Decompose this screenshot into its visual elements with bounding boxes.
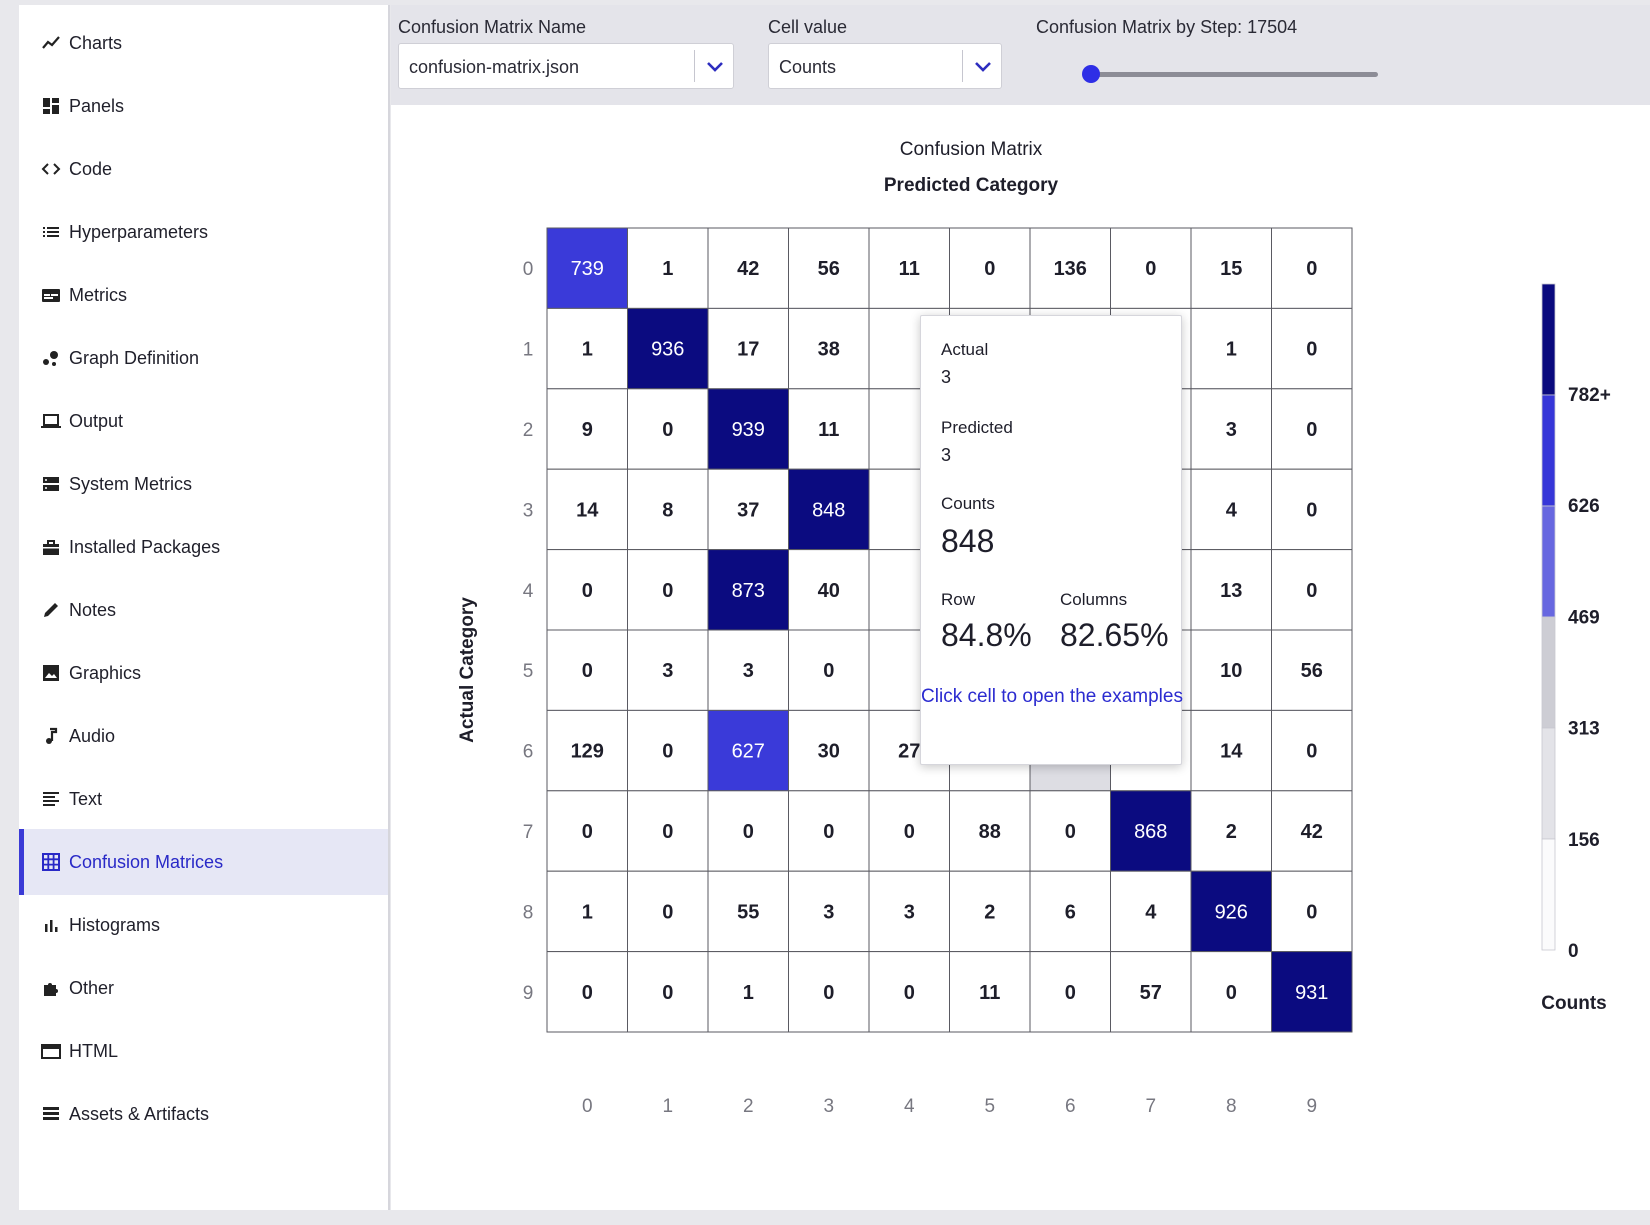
matrix-name-label: Confusion Matrix Name: [398, 17, 587, 37]
sidebar-item-label: HTML: [69, 1040, 118, 1061]
tooltip-predicted-label: Predicted: [941, 418, 1013, 437]
music-note-icon: [40, 725, 62, 747]
step-slider-track[interactable]: [1092, 72, 1378, 77]
sidebar-item-label: Panels: [69, 95, 125, 116]
tooltip-actual-label: Actual: [941, 340, 989, 359]
select-divider: [694, 50, 695, 82]
sidebar-item-other[interactable]: Other: [19, 955, 388, 1021]
tooltip-columns-label: Columns: [1060, 590, 1128, 609]
sidebar-item-label: Graph Definition: [69, 347, 200, 368]
sidebar-item-label: Histograms: [69, 914, 161, 935]
sidebar-item-graph-definition[interactable]: Graph Definition: [19, 325, 388, 391]
sidebar-item-assets-artifacts[interactable]: Assets & Artifacts: [19, 1081, 388, 1147]
sidebar-item-histograms[interactable]: Histograms: [19, 892, 388, 958]
sidebar-item-label: Graphics: [69, 662, 142, 683]
sidebar-item-panels[interactable]: Panels: [19, 73, 388, 139]
sidebar-item-label: Installed Packages: [69, 536, 221, 557]
html-window-icon: [40, 1040, 62, 1062]
sidebar-item-label: Charts: [69, 32, 123, 53]
step-slider-thumb[interactable]: [1082, 65, 1100, 83]
sidebar-item-label: Hyperparameters: [69, 221, 209, 242]
sidebar-item-audio[interactable]: Audio: [19, 703, 388, 769]
line-chart-icon: [40, 32, 62, 54]
select-divider: [962, 50, 963, 82]
panels-grid-icon: [40, 95, 62, 117]
sidebar-item-label: Audio: [69, 725, 116, 746]
step-label: Confusion Matrix by Step: 17504: [1036, 17, 1298, 37]
pencil-icon: [40, 599, 62, 621]
sidebar-item-label: Assets & Artifacts: [69, 1103, 210, 1124]
tooltip-row-label: Row: [941, 590, 976, 609]
sidebar-item-code[interactable]: Code: [19, 136, 388, 202]
sidebar-item-label: Other: [69, 977, 115, 998]
sidebar-item-confusion-matrices[interactable]: Confusion Matrices: [19, 829, 388, 895]
cell-value-label: Cell value: [768, 17, 848, 37]
tooltip-row-value: 84.8%: [941, 617, 1032, 653]
sidebar-item-graphics[interactable]: Graphics: [19, 640, 388, 706]
sidebar-item-label: Output: [69, 410, 124, 431]
metrics-card-icon: [40, 284, 62, 306]
matrix-name-value: confusion-matrix.json: [409, 57, 580, 77]
assets-list-icon: [40, 1103, 62, 1125]
sidebar-item-label: Metrics: [69, 284, 127, 305]
tooltip-counts-label: Counts: [941, 494, 995, 513]
sidebar-item-charts[interactable]: Charts: [19, 10, 388, 76]
laptop-icon: [40, 410, 62, 432]
matrix-name-select[interactable]: confusion-matrix.json: [398, 43, 734, 89]
chevron-down-icon[interactable]: [972, 57, 994, 77]
sidebar-item-label: Confusion Matrices: [69, 851, 224, 872]
bar-chart-icon: [40, 914, 62, 936]
package-icon: [40, 536, 62, 558]
tooltip-counts-value: 848: [941, 523, 995, 559]
sidebar-item-metrics[interactable]: Metrics: [19, 262, 388, 328]
code-brackets-icon: [40, 158, 62, 180]
graph-nodes-icon: [40, 347, 62, 369]
tooltip-actual-value: 3: [941, 367, 952, 387]
sidebar-item-notes[interactable]: Notes: [19, 577, 388, 643]
cell-value-value: Counts: [779, 57, 837, 77]
chevron-down-icon[interactable]: [704, 57, 726, 77]
server-icon: [40, 473, 62, 495]
grid-table-icon: [40, 851, 62, 873]
sidebar-item-installed-packages[interactable]: Installed Packages: [19, 514, 388, 580]
list-icon: [40, 221, 62, 243]
sidebar-item-label: Code: [69, 158, 113, 179]
cell-value-select[interactable]: Counts: [768, 43, 1002, 89]
sidebar: Charts Panels Code Hyperparameters Metrics Gr…: [19, 5, 390, 1210]
tooltip-columns-value: 82.65%: [1060, 617, 1169, 653]
sidebar-item-label: System Metrics: [69, 473, 193, 494]
sidebar-item-label: Notes: [69, 599, 117, 620]
toolbar: Confusion Matrix Name confusion-matrix.j…: [391, 5, 1650, 105]
sidebar-item-hyperparameters[interactable]: Hyperparameters: [19, 199, 388, 265]
sidebar-item-output[interactable]: Output: [19, 388, 388, 454]
sidebar-item-text[interactable]: Text: [19, 766, 388, 832]
sidebar-item-system-metrics[interactable]: System Metrics: [19, 451, 388, 517]
cell-tooltip: Actual 3 Predicted 3 Counts 848 Row 84.8…: [920, 315, 1183, 765]
text-lines-icon: [40, 788, 62, 810]
sidebar-item-html[interactable]: HTML: [19, 1018, 388, 1084]
sidebar-item-label: Text: [69, 788, 103, 809]
image-icon: [40, 662, 62, 684]
open-examples-link[interactable]: Click cell to open the examples: [921, 681, 1183, 712]
tooltip-predicted-value: 3: [941, 445, 952, 465]
puzzle-icon: [40, 977, 62, 999]
